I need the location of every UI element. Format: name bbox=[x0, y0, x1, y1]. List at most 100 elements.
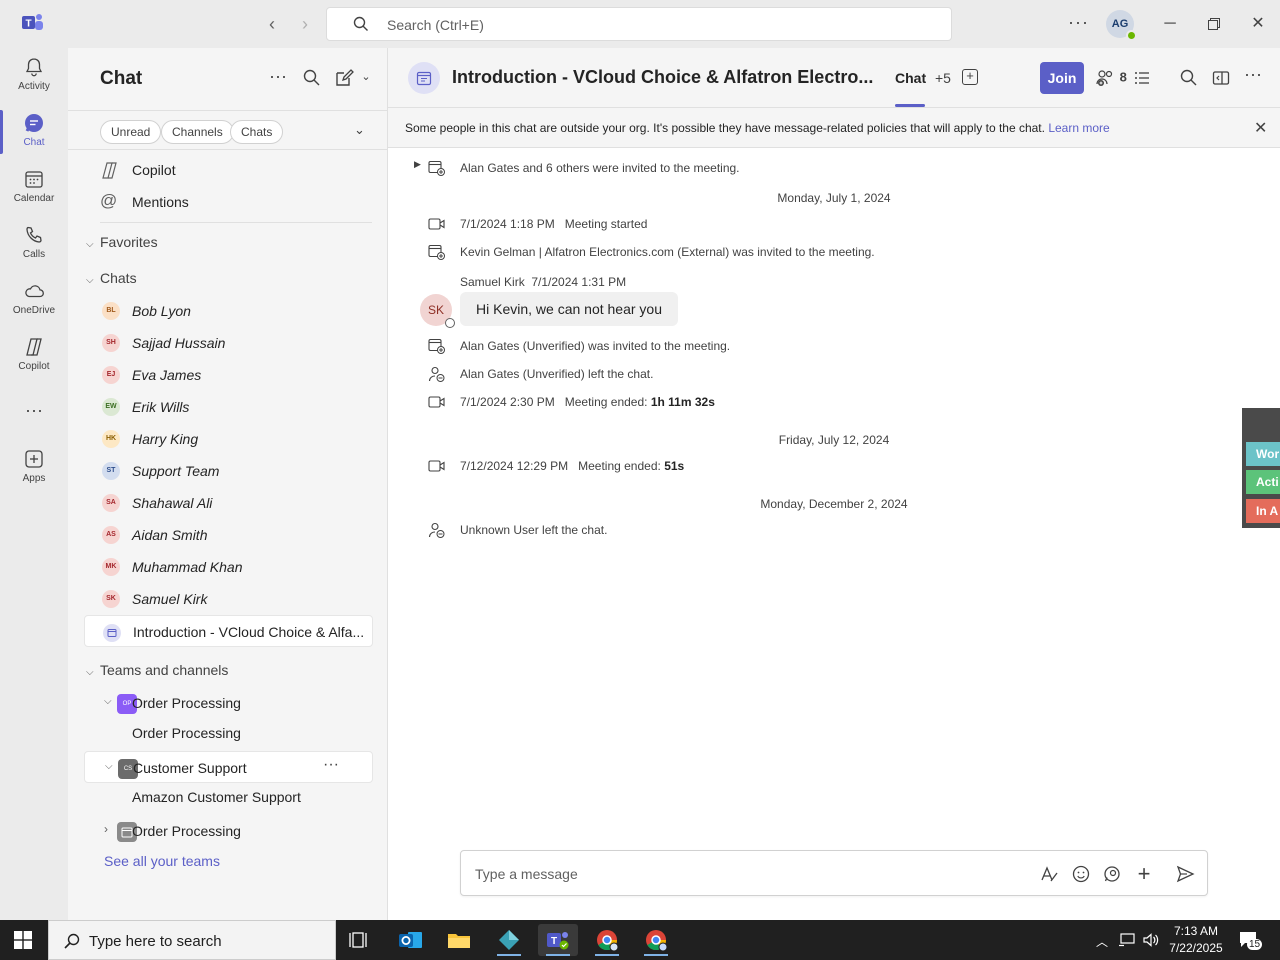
rail-activity[interactable]: Activity bbox=[0, 56, 68, 108]
team-more-options-icon[interactable]: ··· bbox=[323, 756, 339, 774]
more-options-icon[interactable]: ··· bbox=[1243, 64, 1263, 84]
teams-app-icon[interactable]: T bbox=[538, 924, 578, 956]
chat-item[interactable]: EW Erik Wills bbox=[84, 391, 373, 423]
filter-unread[interactable]: Unread bbox=[100, 120, 162, 144]
sender-avatar[interactable]: SK bbox=[420, 294, 455, 328]
chat-item-selected[interactable]: Introduction - VCloud Choice & Alfa... bbox=[84, 615, 373, 647]
taskbar-search-input[interactable]: Type here to search bbox=[48, 920, 336, 960]
notification-center-icon[interactable]: 15 bbox=[1238, 929, 1263, 951]
tray-chevron-up-icon[interactable]: ︿ bbox=[1096, 933, 1108, 950]
filter-chats[interactable]: Chats bbox=[230, 120, 284, 144]
windows-start-icon[interactable] bbox=[14, 931, 32, 949]
chat-item-label: Sajjad Hussain bbox=[132, 335, 226, 351]
global-search-input[interactable]: Search (Ctrl+E) bbox=[326, 7, 952, 41]
settings-more-icon[interactable]: ··· bbox=[1068, 12, 1089, 33]
status-active[interactable]: Acti bbox=[1246, 470, 1280, 494]
favorites-section[interactable]: ⌵ Favorites bbox=[86, 234, 158, 250]
user-avatar[interactable]: AG bbox=[1106, 10, 1137, 41]
expand-caret-icon[interactable]: ▶ bbox=[414, 159, 421, 170]
chat-item[interactable]: AS Aidan Smith bbox=[84, 519, 373, 551]
chats-section[interactable]: ⌵ Chats bbox=[86, 270, 137, 286]
side-status-widget[interactable]: Wor Acti In A bbox=[1242, 408, 1280, 528]
pinned-mentions[interactable]: @ Mentions bbox=[84, 186, 373, 218]
rail-copilot[interactable]: Copilot bbox=[0, 336, 68, 388]
outlook-app-icon[interactable] bbox=[390, 924, 430, 956]
emoji-icon[interactable] bbox=[1071, 864, 1091, 884]
chat-title[interactable]: Introduction - VCloud Choice & Alfatron … bbox=[452, 67, 880, 88]
rail-chat-label: Chat bbox=[23, 137, 45, 148]
chat-item[interactable]: HK Harry King bbox=[84, 423, 373, 455]
chat-item[interactable]: SA Shahawal Ali bbox=[84, 487, 373, 519]
team-order-processing[interactable]: ⌵ OP Order Processing bbox=[84, 687, 373, 719]
rail-apps[interactable]: Apps bbox=[0, 448, 68, 500]
chat-item[interactable]: MK Muhammad Khan bbox=[84, 551, 373, 583]
rail-calls[interactable]: Calls bbox=[0, 224, 68, 276]
rail-more-icon[interactable]: ··· bbox=[0, 400, 68, 424]
add-tab-icon[interactable]: + bbox=[962, 69, 978, 85]
filter-search-icon[interactable] bbox=[302, 68, 322, 88]
forward-arrow-icon[interactable]: › bbox=[294, 13, 316, 35]
rail-onedrive[interactable]: OneDrive bbox=[0, 280, 68, 332]
teams-logo-icon[interactable]: T bbox=[22, 13, 44, 33]
status-inactive[interactable]: In A bbox=[1246, 499, 1280, 523]
close-icon[interactable]: ✕ bbox=[1246, 12, 1270, 36]
learn-more-link[interactable]: Learn more bbox=[1048, 121, 1109, 135]
chat-item[interactable]: SH Sajjad Hussain bbox=[84, 327, 373, 359]
chat-item[interactable]: EJ Eva James bbox=[84, 359, 373, 391]
teams-section[interactable]: ⌵ Teams and channels bbox=[86, 662, 228, 678]
rail-calendar[interactable]: Calendar bbox=[0, 168, 68, 220]
pinned-copilot[interactable]: Copilot bbox=[84, 154, 373, 186]
app-diamond-icon[interactable] bbox=[489, 924, 529, 956]
chrome-app-icon[interactable] bbox=[587, 924, 627, 956]
chat-item-label: Shahawal Ali bbox=[132, 495, 213, 511]
chrome-profile-app-icon[interactable] bbox=[636, 924, 676, 956]
task-view-icon[interactable] bbox=[340, 924, 380, 956]
send-icon[interactable] bbox=[1175, 864, 1195, 884]
more-tabs[interactable]: +5 bbox=[935, 70, 951, 86]
volume-icon[interactable] bbox=[1142, 932, 1160, 948]
filter-chevron-down-icon[interactable]: ⌄ bbox=[354, 122, 365, 138]
team-customer-support[interactable]: ⌵ CS Customer Support ··· bbox=[84, 751, 373, 783]
chat-item[interactable]: SK Samuel Kirk bbox=[84, 583, 373, 615]
join-button[interactable]: Join bbox=[1040, 62, 1084, 94]
team-order-processing-2[interactable]: › Order Processing bbox=[84, 815, 373, 847]
new-chat-chevron-down-icon[interactable]: ⌄ bbox=[356, 70, 376, 90]
close-icon[interactable]: ✕ bbox=[1254, 118, 1267, 138]
chat-item[interactable]: BL Bob Lyon bbox=[84, 295, 373, 327]
new-chat-icon[interactable] bbox=[334, 68, 354, 88]
chat-item-label: Bob Lyon bbox=[132, 303, 191, 319]
message-bubble[interactable]: Hi Kevin, we can not hear you bbox=[460, 292, 678, 326]
chevron-down-icon: ⌵ bbox=[86, 667, 94, 678]
restore-icon[interactable] bbox=[1202, 12, 1226, 36]
banner-message: Some people in this chat are outside you… bbox=[405, 121, 1045, 135]
channel-order-processing[interactable]: Order Processing bbox=[84, 717, 373, 749]
minimize-icon[interactable]: ─ bbox=[1158, 12, 1182, 36]
chat-avatar: HK bbox=[102, 430, 120, 448]
system-clock[interactable]: 7:13 AM 7/22/2025 bbox=[1166, 923, 1226, 957]
rail-chat[interactable]: Chat bbox=[0, 112, 68, 164]
file-explorer-icon[interactable] bbox=[439, 924, 479, 956]
participants-button[interactable]: 8 bbox=[1096, 69, 1127, 87]
more-options-icon[interactable]: ··· bbox=[268, 66, 288, 86]
calendar-add-icon bbox=[428, 338, 445, 354]
list-icon[interactable] bbox=[1132, 68, 1152, 88]
chat-item-label: Aidan Smith bbox=[132, 527, 208, 543]
status-work[interactable]: Wor bbox=[1246, 442, 1280, 466]
chat-item[interactable]: ST Support Team bbox=[84, 455, 373, 487]
message-text: Unknown User left the chat. bbox=[460, 523, 608, 537]
network-icon[interactable] bbox=[1118, 933, 1136, 947]
pop-out-icon[interactable] bbox=[1211, 68, 1231, 88]
see-all-teams-link[interactable]: See all your teams bbox=[104, 853, 220, 869]
back-arrow-icon[interactable]: ‹ bbox=[261, 13, 283, 35]
message-composer[interactable]: Type a message + bbox=[460, 850, 1208, 896]
search-icon[interactable] bbox=[1179, 68, 1199, 88]
pinned-copilot-label: Copilot bbox=[132, 162, 176, 178]
filter-channels[interactable]: Channels bbox=[161, 120, 234, 144]
add-attachment-icon[interactable]: + bbox=[1134, 863, 1154, 885]
tab-chat[interactable]: Chat bbox=[895, 70, 926, 86]
composer-placeholder: Type a message bbox=[475, 866, 578, 882]
format-icon[interactable] bbox=[1039, 864, 1059, 884]
loop-icon[interactable] bbox=[1102, 864, 1122, 884]
channel-amazon-customer-support[interactable]: Amazon Customer Support bbox=[84, 781, 373, 813]
calendar-add-icon bbox=[428, 160, 445, 176]
